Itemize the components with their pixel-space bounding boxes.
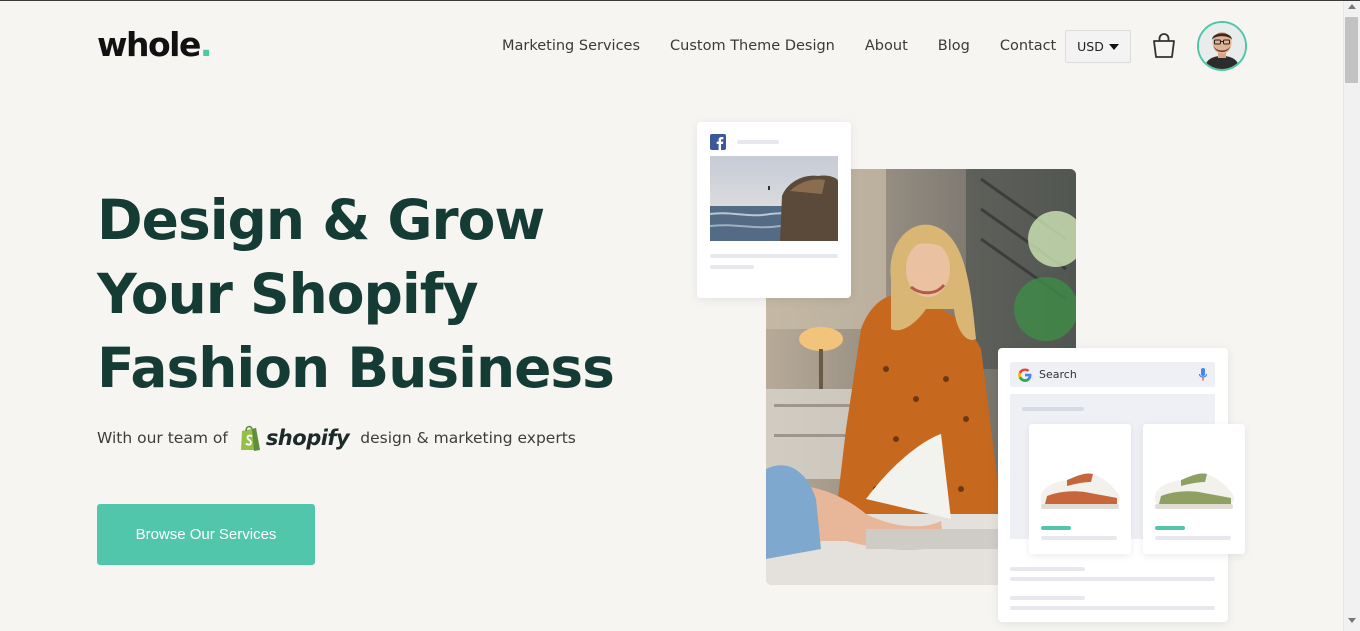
nav-marketing-services[interactable]: Marketing Services xyxy=(502,38,640,54)
microphone-icon xyxy=(1199,367,1207,380)
vertical-scrollbar[interactable] xyxy=(1343,1,1360,631)
scroll-down-icon[interactable] xyxy=(1348,618,1356,623)
product-card xyxy=(1143,424,1245,554)
hero-title-line: Your Shopify xyxy=(97,262,479,326)
shopify-bag-icon xyxy=(240,425,260,451)
facebook-icon xyxy=(710,134,726,150)
placeholder-line xyxy=(737,140,779,144)
subtitle-before: With our team of xyxy=(97,429,228,447)
shopping-bag-icon[interactable] xyxy=(1151,32,1177,60)
price-bar xyxy=(1155,526,1185,530)
google-icon xyxy=(1018,368,1032,382)
currency-value: USD xyxy=(1077,39,1104,54)
placeholder-line xyxy=(1010,577,1215,581)
facebook-post-card xyxy=(697,122,851,298)
hero-subtitle: With our team of shopify design & market… xyxy=(97,424,576,452)
main-nav: Marketing Services Custom Theme Design A… xyxy=(502,38,1056,54)
shopify-logo: shopify xyxy=(239,424,350,452)
seascape-illustration xyxy=(710,156,838,241)
currency-selector[interactable]: USD xyxy=(1065,30,1131,63)
shopify-wordmark: shopify xyxy=(265,426,350,450)
hero-title-line: Design & Grow xyxy=(97,188,545,252)
caret-down-icon xyxy=(1108,43,1119,50)
scroll-up-icon[interactable] xyxy=(1348,4,1356,9)
logo-dot: . xyxy=(199,25,213,64)
logo-text: whole xyxy=(97,25,201,64)
browse-services-button[interactable]: Browse Our Services xyxy=(97,504,315,565)
google-search-bar: Search xyxy=(1010,362,1215,387)
hero-title: Design & Grow Your Shopify Fashion Busin… xyxy=(97,183,617,405)
avatar-portrait xyxy=(1199,23,1245,69)
nav-contact[interactable]: Contact xyxy=(1000,38,1056,54)
google-shopping-card: Search xyxy=(998,348,1245,622)
subtitle-after: design & marketing experts xyxy=(360,429,576,447)
placeholder-line xyxy=(1010,606,1215,610)
price-bar xyxy=(1041,526,1071,530)
placeholder-line xyxy=(1010,567,1085,571)
search-label: Search xyxy=(1039,368,1077,381)
placeholder-line xyxy=(1155,536,1231,540)
post-image xyxy=(710,156,838,241)
hero-title-line: Fashion Business xyxy=(97,336,615,400)
placeholder-line xyxy=(1010,596,1085,600)
scrollbar-thumb[interactable] xyxy=(1345,17,1358,83)
nav-blog[interactable]: Blog xyxy=(938,38,970,54)
placeholder-line xyxy=(1041,536,1117,540)
product-card xyxy=(1029,424,1131,554)
sneaker-green-image xyxy=(1154,473,1234,509)
placeholder-line xyxy=(710,254,838,258)
sneaker-orange-image xyxy=(1040,473,1120,509)
nav-custom-theme-design[interactable]: Custom Theme Design xyxy=(670,38,835,54)
avatar[interactable] xyxy=(1197,21,1247,71)
logo[interactable]: whole. xyxy=(97,25,213,64)
placeholder-line xyxy=(710,265,754,269)
placeholder-line xyxy=(1022,407,1084,411)
nav-about[interactable]: About xyxy=(865,38,908,54)
